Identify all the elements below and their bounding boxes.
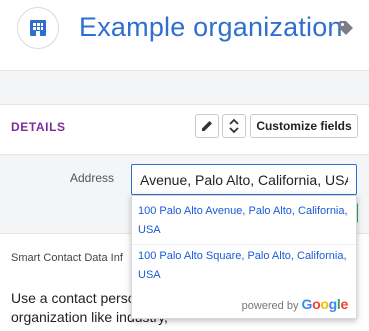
suggestion-divider xyxy=(132,244,356,245)
pencil-icon xyxy=(202,121,212,131)
building-icon xyxy=(30,20,46,36)
smart-contact-title: Smart Contact Data Inf xyxy=(11,252,123,264)
organization-avatar xyxy=(17,7,59,49)
address-input[interactable] xyxy=(131,164,357,195)
address-label: Address xyxy=(70,171,115,185)
address-autocomplete-dropdown: 100 Palo Alto Avenue, Palo Alto, Califor… xyxy=(131,195,357,319)
powered-by-label: powered by xyxy=(241,300,299,312)
autocomplete-suggestion[interactable]: 100 Palo Alto Square, Palo Alto, Califor… xyxy=(132,247,356,285)
powered-by-google: powered by Google xyxy=(241,296,349,312)
details-section-header: DETAILS Customize fields xyxy=(0,105,369,155)
google-logo: Google xyxy=(301,296,349,312)
details-title: DETAILS xyxy=(11,120,66,134)
page-title[interactable]: Example organization xyxy=(79,12,343,43)
autocomplete-suggestion[interactable]: 100 Palo Alto Avenue, Palo Alto, Califor… xyxy=(132,202,356,240)
up-down-icon xyxy=(229,118,239,134)
customize-fields-button[interactable]: Customize fields xyxy=(250,114,358,138)
reorder-button[interactable] xyxy=(222,114,246,138)
edit-button[interactable] xyxy=(195,114,219,138)
header-divider-band xyxy=(0,70,369,105)
page-header: Example organization xyxy=(0,0,369,70)
tag-icon[interactable] xyxy=(338,20,354,36)
